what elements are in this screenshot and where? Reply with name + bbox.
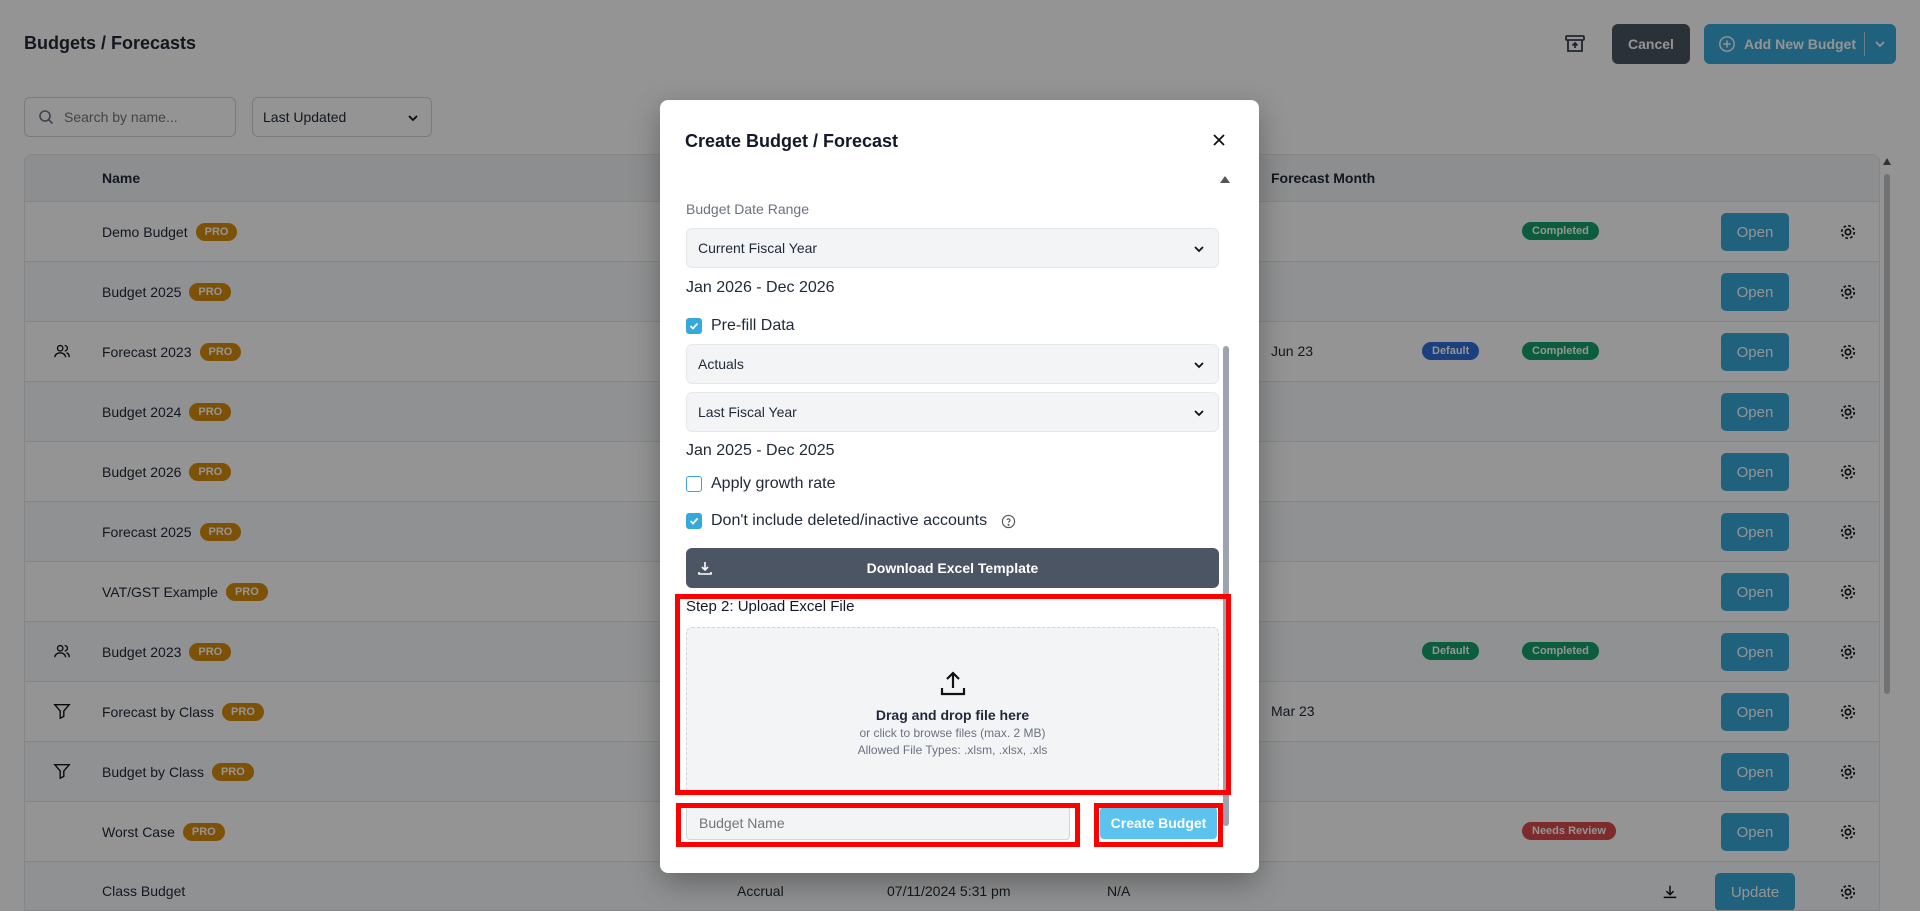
prefill-checkbox[interactable] xyxy=(686,318,702,334)
download-icon xyxy=(698,562,712,575)
date-range-value: Current Fiscal Year xyxy=(698,240,818,256)
highlight-name-input xyxy=(676,803,1080,847)
prefill-range-text: Jan 2025 - Dec 2025 xyxy=(686,442,835,459)
close-icon[interactable] xyxy=(1208,129,1230,151)
exclude-checkbox[interactable] xyxy=(686,513,702,529)
growth-checkbox[interactable] xyxy=(686,476,702,492)
modal-title: Create Budget / Forecast xyxy=(685,131,899,151)
chevron-down-icon xyxy=(1194,246,1204,253)
growth-checkbox-row[interactable]: Apply growth rate xyxy=(686,475,836,493)
chevron-down-icon xyxy=(1194,410,1204,417)
modal-scroll-up-arrow[interactable] xyxy=(1220,176,1230,183)
prefill-source-value: Actuals xyxy=(698,356,744,372)
download-template-button[interactable]: Download Excel Template xyxy=(686,548,1219,588)
exclude-checkbox-row[interactable]: Don't include deleted/inactive accounts xyxy=(686,512,1016,530)
create-budget-modal: Create Budget / Forecast Budget Date Ran… xyxy=(660,100,1259,873)
help-icon[interactable] xyxy=(1001,514,1016,529)
prefill-source-select[interactable]: Actuals xyxy=(686,344,1219,384)
highlight-upload-area xyxy=(675,594,1231,795)
date-range-text: Jan 2026 - Dec 2026 xyxy=(686,279,835,296)
chevron-down-icon xyxy=(1194,362,1204,369)
prefill-period-select[interactable]: Last Fiscal Year xyxy=(686,392,1219,432)
date-range-select[interactable]: Current Fiscal Year xyxy=(686,228,1219,268)
growth-label: Apply growth rate xyxy=(711,475,836,492)
download-template-label: Download Excel Template xyxy=(866,560,1039,576)
prefill-label: Pre-fill Data xyxy=(711,317,795,334)
prefill-period-value: Last Fiscal Year xyxy=(698,404,797,420)
highlight-create-button xyxy=(1094,803,1223,847)
date-range-label: Budget Date Range xyxy=(686,201,809,217)
prefill-checkbox-row[interactable]: Pre-fill Data xyxy=(686,317,795,335)
exclude-label: Don't include deleted/inactive accounts xyxy=(711,512,988,529)
